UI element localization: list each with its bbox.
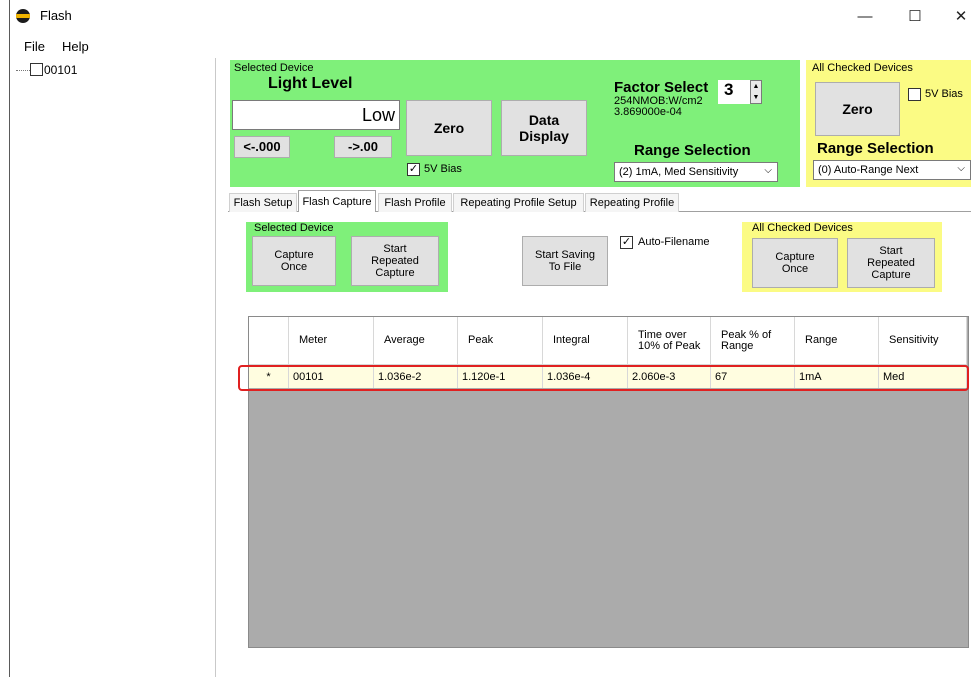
- all-checked-caption: All Checked Devices: [812, 62, 913, 74]
- all-start-repeated-line3: Capture: [871, 269, 911, 281]
- zero-button[interactable]: Zero: [406, 100, 492, 156]
- title-bar: [10, 0, 971, 33]
- all-range-selection-dropdown[interactable]: (0) Auto-Range Next ⌵: [813, 160, 971, 180]
- data-display-button[interactable]: Data Display: [501, 100, 587, 156]
- factor-select-label: Factor Select: [614, 79, 709, 96]
- column-header-peak-pct-range[interactable]: Peak % of Range: [711, 317, 795, 365]
- column-header-peak[interactable]: Peak: [458, 317, 543, 365]
- tree-connector: [16, 70, 30, 71]
- menu-help[interactable]: Help: [62, 39, 89, 54]
- factor-spinner[interactable]: ▲ ▼: [750, 80, 762, 104]
- tab-flash-capture[interactable]: Flash Capture: [298, 190, 376, 212]
- close-button[interactable]: ✕: [938, 2, 971, 30]
- all-5v-bias-label: 5V Bias: [925, 88, 963, 100]
- tab-repeating-profile-setup[interactable]: Repeating Profile Setup: [453, 193, 584, 212]
- factor-select-input[interactable]: 3: [718, 80, 750, 104]
- factor-detail-2: 3.869000e-04: [614, 106, 682, 118]
- app-icon: [16, 9, 30, 23]
- minimize-button[interactable]: —: [842, 2, 888, 30]
- all-start-repeated-line1: Start: [879, 245, 903, 257]
- selected-device-caption: Selected Device: [234, 62, 314, 74]
- window-title: Flash: [40, 8, 72, 23]
- start-repeated-capture-button[interactable]: Start Repeated Capture: [351, 236, 439, 286]
- all-range-selection-label: Range Selection: [817, 140, 934, 157]
- 5v-bias-checkbox[interactable]: ✓: [407, 163, 420, 176]
- increase-button[interactable]: ->.00: [334, 136, 392, 158]
- capture-all-caption: All Checked Devices: [752, 222, 853, 234]
- tree-device-checkbox[interactable]: [30, 63, 43, 76]
- range-selection-label: Range Selection: [634, 142, 751, 159]
- tab-repeating-profile[interactable]: Repeating Profile: [585, 193, 679, 212]
- start-repeated-line1: Start: [383, 243, 407, 255]
- range-selection-dropdown[interactable]: (2) 1mA, Med Sensitivity ⌵: [614, 162, 778, 182]
- all-start-repeated-capture-button[interactable]: Start Repeated Capture: [847, 238, 935, 288]
- column-header-meter[interactable]: Meter: [289, 317, 374, 365]
- data-display-line2: Display: [519, 128, 569, 144]
- 5v-bias-label: 5V Bias: [424, 163, 462, 175]
- light-level-label: Light Level: [268, 75, 353, 92]
- all-capture-once-line1: Capture: [775, 251, 815, 263]
- chevron-down-icon: ⌵: [957, 163, 965, 174]
- all-zero-button[interactable]: Zero: [815, 82, 900, 136]
- tab-flash-setup[interactable]: Flash Setup: [229, 193, 297, 212]
- data-display-line1: Data: [528, 112, 560, 128]
- capture-once-line2: Once: [280, 261, 308, 273]
- start-repeated-line3: Capture: [375, 267, 415, 279]
- tree-device-label[interactable]: 00101: [44, 63, 77, 77]
- all-range-selection-value: (0) Auto-Range Next: [818, 164, 919, 176]
- all-start-repeated-line2: Repeated: [867, 257, 915, 269]
- all-capture-once-button[interactable]: Capture Once: [752, 238, 838, 288]
- start-saving-button[interactable]: Start Saving To File: [522, 236, 608, 286]
- column-header-average[interactable]: Average: [374, 317, 458, 365]
- tab-flash-profile[interactable]: Flash Profile: [378, 193, 452, 212]
- start-saving-line1: Start Saving: [535, 249, 595, 261]
- all-5v-bias-checkbox[interactable]: [908, 88, 921, 101]
- column-header-integral[interactable]: Integral: [543, 317, 628, 365]
- capture-once-button[interactable]: Capture Once: [252, 236, 336, 286]
- row-highlight: [238, 365, 969, 391]
- device-tree: [10, 58, 216, 677]
- column-header-range[interactable]: Range: [795, 317, 879, 365]
- light-level-value: Low: [232, 100, 400, 130]
- start-repeated-line2: Repeated: [371, 255, 419, 267]
- decrease-button[interactable]: <-.000: [234, 136, 290, 158]
- auto-filename-checkbox[interactable]: ✓: [620, 236, 633, 249]
- menu-bar: [10, 35, 971, 57]
- menu-file[interactable]: File: [24, 39, 45, 54]
- grid-corner-header: [249, 317, 289, 365]
- start-saving-line2: To File: [548, 261, 582, 273]
- maximize-button[interactable]: ☐: [892, 2, 938, 30]
- auto-filename-label: Auto-Filename: [638, 236, 710, 248]
- capture-once-line1: Capture: [274, 249, 314, 261]
- chevron-down-icon: ⌵: [764, 165, 772, 176]
- column-header-sensitivity[interactable]: Sensitivity: [879, 317, 967, 365]
- capture-selected-caption: Selected Device: [254, 222, 334, 234]
- range-selection-value: (2) 1mA, Med Sensitivity: [619, 166, 739, 178]
- column-header-time-over-10pct[interactable]: Time over 10% of Peak: [628, 317, 711, 365]
- all-capture-once-line2: Once: [781, 263, 809, 275]
